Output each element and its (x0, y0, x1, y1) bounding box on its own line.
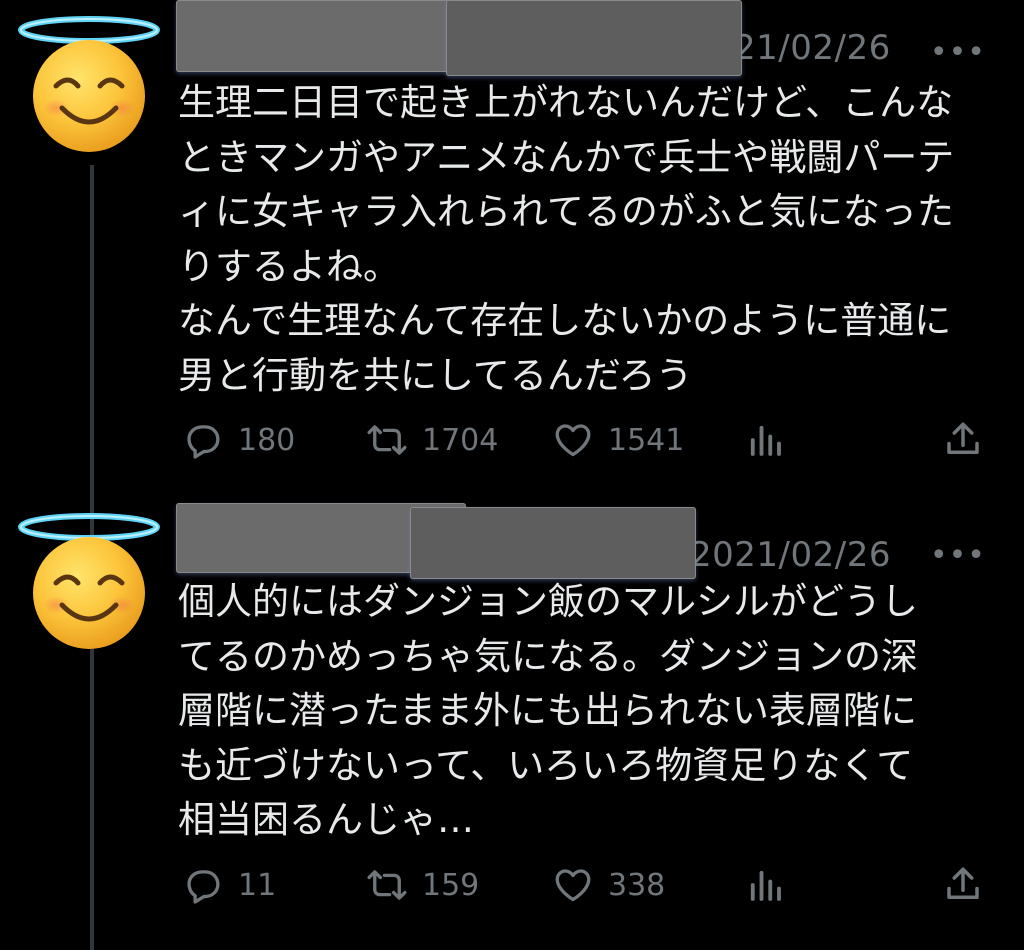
smiling-face-with-halo-icon (16, 8, 162, 154)
tweet-text-line: 男と行動を共にしてるんだろう (178, 353, 693, 397)
avatar[interactable] (16, 505, 162, 651)
retweet-icon (367, 425, 407, 455)
like-count: 338 (608, 867, 666, 903)
tweet[interactable]: 21/02/26 ••• 生理二日目で起き上がれないんだけど、こんな ときマンガ… (0, 0, 1024, 480)
tweet-text-line: も近づけないって、いろいろ物資足りなくて (178, 743, 914, 787)
tweet-header: 2021/02/26 ••• (172, 499, 1024, 579)
tweet-text-line: ィに女キャラ入れられてるのがふと気になった (178, 190, 954, 233)
more-options-icon[interactable]: ••• (930, 541, 986, 571)
tweet-date[interactable]: 21/02/26 (734, 28, 891, 68)
tweet-text: 個人的にはダンジョン飯のマルシルがどうし てるのかめっちゃ気になる。ダンジョンの… (178, 575, 1008, 848)
tweet-text: 生理二日目で起き上がれないんだけど、こんな ときマンガやアニメなんかで兵士や戦闘… (178, 76, 1008, 403)
views-button[interactable] (744, 412, 786, 468)
reply-count: 11 (238, 867, 277, 903)
reply-icon (187, 870, 220, 904)
tweet-actions: 180 1704 1541 (178, 412, 998, 468)
share-button[interactable] (942, 857, 984, 913)
retweet-button[interactable]: 1704 (366, 412, 498, 468)
reply-count: 180 (238, 422, 296, 458)
reply-button[interactable]: 180 (182, 412, 295, 468)
tweet-text-line: 生理二日目で起き上がれないんだけど、こんな (178, 81, 954, 124)
reply-button[interactable]: 11 (182, 857, 276, 913)
views-chart-icon (750, 425, 781, 456)
redacted-username (446, 0, 742, 76)
tweet-text-line: 層階に潜ったまま外にも出られない表層階に (178, 689, 917, 732)
share-icon (947, 867, 979, 899)
tweet[interactable]: 2021/02/26 ••• 個人的にはダンジョン飯のマルシルがどうし てるのか… (0, 495, 1024, 950)
tweet-header: 21/02/26 ••• (172, 0, 1024, 76)
heart-icon (555, 424, 591, 457)
reply-icon (187, 425, 220, 459)
tweet-text-line: ときマンガやアニメなんかで兵士や戦闘パーテ (178, 135, 955, 179)
more-options-icon[interactable]: ••• (930, 38, 986, 68)
like-button[interactable]: 1541 (552, 412, 684, 468)
redacted-username (410, 507, 696, 579)
tweet-date[interactable]: 2021/02/26 (690, 535, 891, 575)
heart-icon (555, 869, 591, 902)
avatar[interactable] (16, 8, 162, 154)
tweet-text-line: りするよね。 (178, 244, 400, 288)
like-count: 1541 (608, 422, 685, 458)
tweet-text-line: てるのかめっちゃ気になる。ダンジョンの深 (178, 634, 918, 678)
views-button[interactable] (744, 857, 786, 913)
share-button[interactable] (942, 412, 984, 468)
retweet-icon (367, 870, 407, 900)
retweet-count: 159 (422, 867, 480, 903)
tweet-text-line: なんで生理なんて存在しないかのように普通に (178, 299, 952, 342)
tweet-text-line: 相当困るんじゃ… (178, 798, 474, 841)
tweet-actions: 11 159 338 (178, 857, 998, 913)
share-icon (947, 422, 979, 454)
views-chart-icon (750, 870, 781, 901)
retweet-button[interactable]: 159 (366, 857, 479, 913)
retweet-count: 1704 (422, 422, 499, 458)
smiling-face-with-halo-icon (16, 505, 162, 651)
tweet-text-line: 個人的にはダンジョン飯のマルシルがどうし (178, 580, 918, 623)
redacted-display-name (176, 0, 452, 72)
like-button[interactable]: 338 (552, 857, 665, 913)
